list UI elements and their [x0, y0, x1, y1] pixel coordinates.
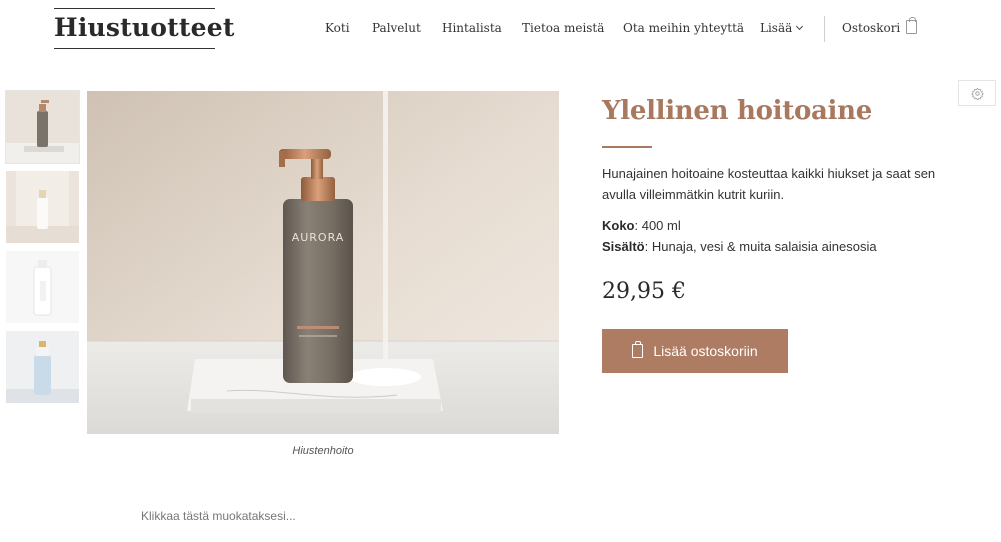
nav-item-palvelut[interactable]: Palvelut: [372, 21, 421, 35]
nav-item-tietoa-meista[interactable]: Tietoa meistä: [522, 21, 604, 35]
size-label: Koko: [602, 218, 635, 233]
add-to-cart-label: Lisää ostoskoriin: [653, 343, 758, 359]
image-caption: Hiustenhoito: [292, 445, 354, 457]
settings-button[interactable]: [958, 80, 996, 106]
thumbnail-4[interactable]: [6, 331, 79, 403]
shopping-bag-icon: [632, 341, 644, 358]
thumbnail-2[interactable]: [6, 171, 79, 243]
thumbnail-3[interactable]: [6, 251, 79, 323]
chevron-down-icon: [796, 22, 804, 31]
size-spec: Koko: 400 ml: [602, 218, 681, 233]
cart-link[interactable]: Ostoskori: [842, 21, 900, 35]
contents-label: Sisältö: [602, 239, 645, 254]
shopping-bag-icon[interactable]: [906, 17, 917, 34]
product-price: 29,95 €: [602, 279, 686, 304]
nav-item-lisaa[interactable]: Lisää: [760, 21, 804, 35]
nav-divider: [824, 16, 825, 42]
nav-item-lisaa-label: Lisää: [760, 21, 793, 35]
bottle-brand-text: AURORA: [292, 231, 345, 244]
nav-item-ota-yhteytta[interactable]: Ota meihin yhteyttä: [623, 21, 744, 35]
nav-item-koti[interactable]: Koti: [325, 21, 350, 35]
thumbnail-1[interactable]: [5, 90, 80, 164]
nav-item-hintalista[interactable]: Hintalista: [442, 21, 502, 35]
title-divider: [602, 146, 652, 148]
contents-spec: Sisältö: Hunaja, vesi & muita salaisia a…: [602, 239, 877, 254]
add-to-cart-button[interactable]: Lisää ostoskoriin: [602, 329, 788, 373]
product-title: Ylellinen hoitoaine: [602, 96, 872, 126]
product-description: Hunajainen hoitoaine kosteuttaa kaikki h…: [602, 166, 936, 202]
size-value: : 400 ml: [634, 218, 681, 233]
gear-icon: [970, 87, 984, 100]
edit-hint-text[interactable]: Klikkaa tästä muokataksesi...: [141, 509, 296, 523]
product-main-image[interactable]: AURORA: [87, 91, 559, 434]
contents-value: : Hunaja, vesi & muita salaisia ainesosi…: [644, 239, 877, 254]
site-logo[interactable]: Hiustuotteet: [54, 8, 234, 49]
